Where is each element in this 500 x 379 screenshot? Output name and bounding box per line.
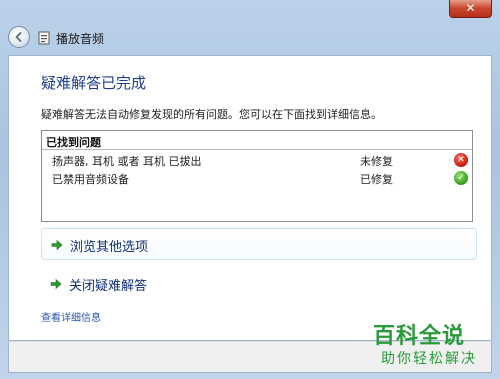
problem-status: 未修复 (360, 155, 393, 168)
close-icon: ✕ (465, 1, 476, 15)
description-text: 疑难解答无法自动修复发现的所有问题。您可以在下面找到详细信息。 (41, 108, 382, 121)
problem-status: 已修复 (360, 173, 393, 186)
view-details-link[interactable]: 查看详细信息 (41, 309, 101, 324)
option-label: 关闭疑难解答 (69, 279, 148, 294)
content-panel: 疑难解答已完成 疑难解答无法自动修复发现的所有问题。您可以在下面找到详细信息。 … (8, 55, 492, 341)
watermark-sub-text: 助你轻松解决 (381, 351, 477, 367)
browse-options-button[interactable]: 浏览其他选项 (41, 228, 477, 260)
problems-list: 已找到问题 扬声器, 耳机 或者 耳机 已拔出 未修复 ✕ 已禁用音频设备 已修… (41, 130, 473, 222)
back-button[interactable] (8, 26, 30, 48)
error-icon: ✕ (454, 153, 468, 167)
problem-row: 已禁用音频设备 已修复 ✓ (42, 169, 472, 187)
watermark-logo: 百科全说 助你轻松解决 (373, 318, 491, 374)
check-icon: ✓ (454, 171, 468, 185)
troubleshooter-window: ✕ 播放音频 疑难解答已完成 疑难解答无法自动修复发现的所有问题。您可以在下面找… (0, 0, 500, 379)
window-title: 播放音频 (56, 32, 105, 46)
page-heading: 疑难解答已完成 (41, 74, 147, 92)
troubleshooter-icon (38, 31, 50, 45)
close-troubleshooter-button[interactable]: 关闭疑难解答 (41, 268, 477, 300)
problems-header: 已找到问题 (46, 136, 101, 149)
problem-name: 扬声器, 耳机 或者 耳机 已拔出 (52, 155, 202, 168)
close-button[interactable]: ✕ (449, 0, 492, 18)
green-arrow-icon (51, 239, 63, 251)
option-label: 浏览其他选项 (70, 240, 149, 255)
problem-name: 已禁用音频设备 (52, 173, 129, 186)
header-divider (42, 149, 472, 150)
problem-row: 扬声器, 耳机 或者 耳机 已拔出 未修复 ✕ (42, 151, 472, 169)
title-area: 播放音频 (0, 20, 500, 54)
green-arrow-icon (50, 278, 62, 290)
watermark-main-text: 百科全说 (373, 324, 466, 349)
back-arrow-icon (15, 32, 22, 42)
